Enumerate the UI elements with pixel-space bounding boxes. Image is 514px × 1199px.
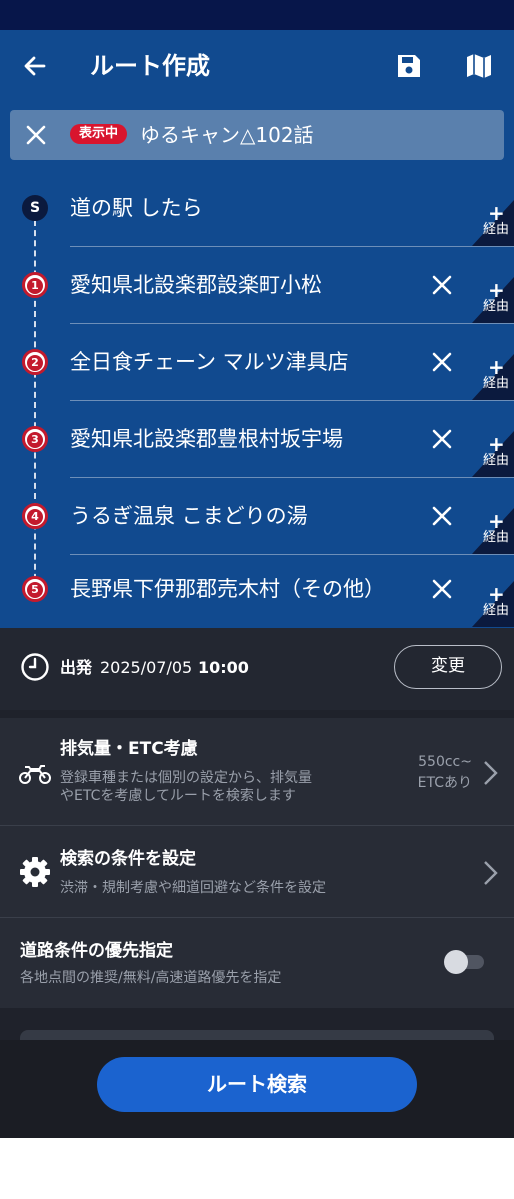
add-via-button[interactable]: + 経由 bbox=[472, 354, 514, 400]
waypoint-number-marker: 4 bbox=[22, 503, 48, 529]
waypoint-5[interactable]: 5 長野県下伊那郡売木村（その他） + 経由 bbox=[0, 551, 514, 628]
delete-waypoint-icon[interactable] bbox=[430, 273, 454, 297]
add-via-button[interactable]: + 経由 bbox=[472, 277, 514, 323]
vehicle-setting-row[interactable]: 排気量・ETC考慮 登録車種または個別の設定から、排気量 やETCを考慮してルー… bbox=[0, 718, 514, 826]
waypoint-number-marker: 5 bbox=[22, 576, 48, 602]
waypoint-number-marker: 1 bbox=[22, 272, 48, 298]
vehicle-setting-desc-1: 登録車種または個別の設定から、排気量 bbox=[60, 770, 312, 786]
active-route-chip[interactable]: 表示中 ゆるキャン△102話 bbox=[10, 110, 504, 160]
waypoint-label: 愛知県北設楽郡豊根村坂宇場 bbox=[70, 427, 343, 451]
departure-date: 2025/07/05 bbox=[100, 658, 193, 677]
plus-icon: + bbox=[488, 432, 505, 456]
plus-icon: + bbox=[488, 278, 505, 302]
add-via-button[interactable]: + 経由 bbox=[472, 508, 514, 554]
waypoint-label: 全日食チェーン マルツ津具店 bbox=[70, 350, 349, 374]
via-label: 経由 bbox=[483, 299, 510, 314]
waypoint-label: 道の駅 したら bbox=[70, 196, 203, 220]
waypoint-label: 長野県下伊那郡売木村（その他） bbox=[70, 577, 385, 601]
road-priority-row: 道路条件の優先指定 各地点間の推奨/無料/高速道路優先を指定 bbox=[0, 918, 514, 1008]
departure-row: 出発 2025/07/05 10:00 変更 bbox=[0, 628, 514, 710]
add-via-button[interactable]: + 経由 bbox=[472, 200, 514, 246]
chevron-right-icon bbox=[484, 761, 498, 785]
waypoint-list: S 道の駅 したら + 経由 1 愛知県北設楽郡設楽町小松 + 経由 2 全日食… bbox=[0, 170, 514, 628]
search-conditions-row[interactable]: 検索の条件を設定 渋滞・規制考慮や細道回避など条件を設定 bbox=[0, 826, 514, 918]
waypoint-3[interactable]: 3 愛知県北設楽郡豊根村坂宇場 + 経由 bbox=[0, 401, 514, 478]
via-label: 経由 bbox=[483, 376, 510, 391]
departure-label: 出発 bbox=[60, 658, 93, 677]
waypoint-label: 愛知県北設楽郡設楽町小松 bbox=[70, 273, 322, 297]
close-icon[interactable] bbox=[24, 123, 48, 147]
road-priority-toggle[interactable] bbox=[444, 950, 486, 974]
waypoint-start[interactable]: S 道の駅 したら + 経由 bbox=[0, 170, 514, 247]
road-priority-desc: 各地点間の推奨/無料/高速道路優先を指定 bbox=[20, 970, 282, 986]
active-route-name: ゆるキャン△102話 bbox=[140, 123, 314, 147]
vehicle-setting-desc-2: やETCを考慮してルートを検索します bbox=[60, 788, 296, 804]
search-conditions-desc: 渋滞・規制考慮や細道回避など条件を設定 bbox=[60, 880, 326, 896]
waypoint-2[interactable]: 2 全日食チェーン マルツ津具店 + 経由 bbox=[0, 324, 514, 401]
map-icon[interactable] bbox=[464, 51, 494, 81]
departure-time: 10:00 bbox=[198, 658, 249, 677]
motorcycle-icon bbox=[19, 765, 51, 784]
clock-icon bbox=[21, 653, 49, 681]
delete-waypoint-icon[interactable] bbox=[430, 504, 454, 528]
search-conditions-title: 検索の条件を設定 bbox=[60, 849, 196, 869]
delete-waypoint-icon[interactable] bbox=[430, 577, 454, 601]
via-label: 経由 bbox=[483, 222, 510, 237]
vehicle-setting-value-2: ETCあり bbox=[417, 775, 472, 791]
waypoint-number-marker: 3 bbox=[22, 426, 48, 452]
waypoint-4[interactable]: 4 うるぎ温泉 こまどりの湯 + 経由 bbox=[0, 478, 514, 555]
plus-icon: + bbox=[488, 509, 505, 533]
waypoint-1[interactable]: 1 愛知県北設楽郡設楽町小松 + 経由 bbox=[0, 247, 514, 324]
via-label: 経由 bbox=[483, 530, 510, 545]
add-via-button[interactable]: + 経由 bbox=[472, 431, 514, 477]
route-search-button[interactable]: ルート検索 bbox=[97, 1057, 417, 1112]
vehicle-setting-value-1: 550cc~ bbox=[418, 754, 472, 770]
footer-bar: ルート検索 bbox=[0, 1040, 514, 1138]
save-icon[interactable] bbox=[394, 51, 424, 81]
status-badge: 表示中 bbox=[70, 124, 128, 144]
change-departure-button[interactable]: 変更 bbox=[394, 645, 502, 689]
waypoint-label: うるぎ温泉 こまどりの湯 bbox=[70, 504, 308, 528]
delete-waypoint-icon[interactable] bbox=[430, 350, 454, 374]
app-header: ルート作成 bbox=[0, 30, 514, 102]
plus-icon: + bbox=[488, 355, 505, 379]
page-title: ルート作成 bbox=[90, 52, 210, 80]
add-via-button[interactable]: + 経由 bbox=[472, 581, 514, 627]
via-label: 経由 bbox=[483, 603, 510, 618]
via-label: 経由 bbox=[483, 453, 510, 468]
status-bar bbox=[0, 0, 514, 30]
toggle-knob bbox=[444, 950, 468, 974]
plus-icon: + bbox=[488, 201, 505, 225]
back-arrow-icon[interactable] bbox=[20, 51, 50, 81]
start-marker: S bbox=[22, 195, 48, 221]
plus-icon: + bbox=[488, 582, 505, 606]
vehicle-setting-title: 排気量・ETC考慮 bbox=[60, 739, 198, 759]
road-priority-title: 道路条件の優先指定 bbox=[20, 941, 173, 961]
waypoint-number-marker: 2 bbox=[22, 349, 48, 375]
chevron-right-icon bbox=[484, 861, 498, 885]
gear-icon bbox=[20, 857, 50, 887]
delete-waypoint-icon[interactable] bbox=[430, 427, 454, 451]
